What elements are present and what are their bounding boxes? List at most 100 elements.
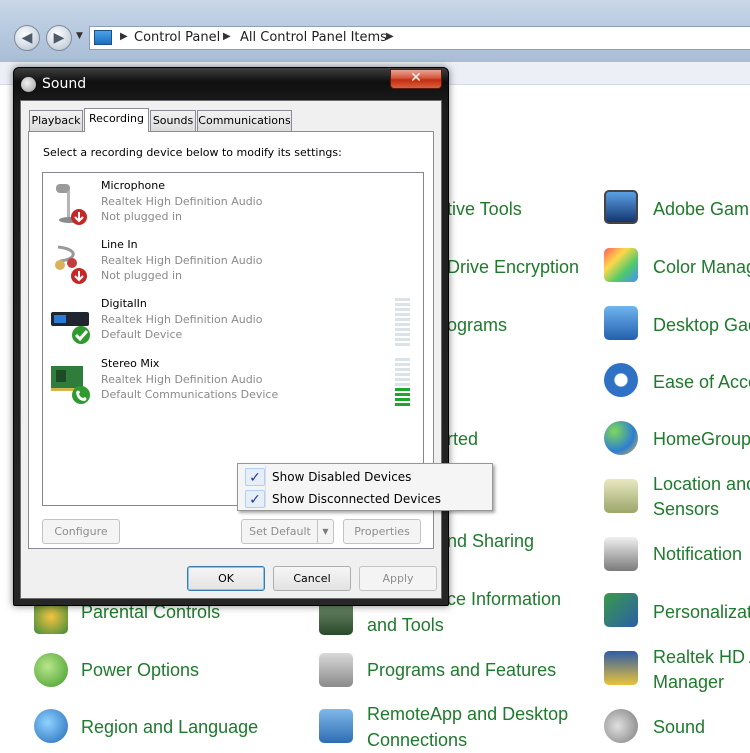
cp-item-performance[interactable]: ce Information (447, 587, 561, 612)
control-panel-icon (94, 30, 112, 45)
recent-pages-dropdown[interactable]: ▼ (76, 31, 83, 41)
list-item[interactable]: Stereo Mix Realtek High Definition Audio… (43, 353, 423, 411)
list-item[interactable]: Line In Realtek High Definition Audio No… (43, 234, 423, 292)
cp-item-desktop-gadgets[interactable]: Desktop Gad (653, 313, 750, 338)
menu-item-show-disabled[interactable]: ✓ Show Disabled Devices (240, 466, 490, 488)
forward-button[interactable]: ▶ (46, 25, 72, 51)
menu-item-label: Show Disabled Devices (272, 470, 412, 484)
homegroup-icon (604, 421, 638, 455)
cp-item-remoteapp[interactable]: RemoteApp and Desktop (367, 702, 568, 727)
device-status: Not plugged in (101, 269, 183, 282)
cp-item-notification[interactable]: Notification (653, 542, 742, 567)
cp-item-network-sharing[interactable]: nd Sharing (447, 529, 534, 554)
menu-item-label: Show Disconnected Devices (272, 492, 441, 506)
list-item[interactable]: Microphone Realtek High Definition Audio… (43, 175, 423, 233)
device-status: Default Communications Device (101, 388, 279, 401)
device-name: Stereo Mix (101, 357, 160, 370)
list-item[interactable]: DigitalIn Realtek High Definition Audio … (43, 293, 423, 351)
globe-icon (34, 709, 68, 743)
notification-icon (604, 537, 638, 571)
level-segment (395, 393, 410, 396)
microphone-icon (56, 184, 87, 225)
chevron-down-icon[interactable]: ▼ (317, 520, 333, 543)
tab-playback[interactable]: Playback (29, 110, 83, 131)
level-segment (395, 338, 410, 341)
color-management-icon (604, 248, 638, 282)
close-button[interactable]: ✕ (390, 69, 442, 89)
cp-item-programs-features[interactable]: Programs and Features (367, 658, 556, 683)
level-meter (395, 358, 410, 406)
sound-dialog: Sound ✕ Playback Recording Sounds Commun… (13, 67, 449, 606)
device-status: Default Device (101, 328, 183, 341)
cp-item-remoteapp-line2[interactable]: Connections (367, 728, 467, 753)
cp-item-ease-of-access[interactable]: Ease of Acce (653, 370, 750, 395)
level-segment (395, 358, 410, 361)
breadcrumb-separator-icon[interactable]: ▶ (223, 31, 231, 42)
cp-item-getting-started[interactable]: rted (447, 427, 478, 452)
checkmark-icon: ✓ (245, 468, 265, 486)
tab-sounds[interactable]: Sounds (150, 110, 196, 131)
cp-item-performance-line2[interactable]: and Tools (367, 613, 444, 638)
checkmark-icon: ✓ (245, 490, 265, 508)
device-driver: Realtek High Definition Audio (101, 313, 263, 326)
sound-dialog-icon (21, 77, 36, 92)
cp-item-color-management[interactable]: Color Manag (653, 255, 750, 280)
performance-icon (319, 601, 353, 635)
digital-in-icon (51, 312, 90, 344)
device-list[interactable]: Microphone Realtek High Definition Audio… (42, 172, 424, 506)
cp-item-location-sensors-line2[interactable]: Sensors (653, 497, 719, 522)
level-segment (395, 398, 410, 401)
cp-item-drive-encryption[interactable]: Drive Encryption (447, 255, 579, 280)
cp-item-realtek[interactable]: Realtek HD A (653, 645, 750, 670)
context-menu: ✓ Show Disabled Devices ✓ Show Disconnec… (237, 463, 493, 511)
cp-item-adobe-gamma[interactable]: Adobe Gam (653, 197, 749, 222)
desktop-gadgets-icon (604, 306, 638, 340)
configure-button[interactable]: Configure (42, 519, 120, 544)
cp-item-sound[interactable]: Sound (653, 715, 705, 740)
remoteapp-icon (319, 709, 353, 743)
cp-item-location-sensors[interactable]: Location and (653, 472, 750, 497)
level-segment (395, 383, 410, 386)
device-status: Not plugged in (101, 210, 183, 223)
menu-item-show-disconnected[interactable]: ✓ Show Disconnected Devices (240, 488, 490, 510)
level-segment (395, 333, 410, 336)
cp-item-realtek-line2[interactable]: Manager (653, 670, 724, 695)
properties-button[interactable]: Properties (343, 519, 421, 544)
breadcrumb-separator-icon[interactable]: ▶ (120, 31, 128, 42)
breadcrumb-all-items[interactable]: All Control Panel Items (240, 30, 387, 45)
location-icon (604, 479, 638, 513)
cp-item-power-options[interactable]: Power Options (81, 658, 199, 683)
cp-item-tools[interactable]: tive Tools (447, 197, 522, 222)
cancel-button[interactable]: Cancel (273, 566, 351, 591)
back-button[interactable]: ◀ (14, 25, 40, 51)
cp-item-homegroup[interactable]: HomeGroup (653, 427, 750, 452)
level-segment (395, 318, 410, 321)
breadcrumb-control-panel[interactable]: Control Panel (134, 30, 220, 45)
default-check-icon (72, 326, 90, 344)
device-driver: Realtek High Definition Audio (101, 373, 263, 386)
monitor-icon (604, 190, 638, 224)
tab-recording[interactable]: Recording (84, 108, 149, 132)
programs-features-icon (319, 653, 353, 687)
explorer-header: ◀ ▶ ▼ ▶ Control Panel ▶ All Control Pane… (0, 0, 750, 62)
set-default-button[interactable]: Set Default ▼ (241, 519, 334, 544)
level-segment (395, 298, 410, 301)
ok-button[interactable]: OK (187, 566, 265, 591)
dialog-body: Playback Recording Sounds Communications… (20, 100, 442, 599)
level-segment (395, 403, 410, 406)
level-meter (395, 298, 410, 346)
cp-item-region-language[interactable]: Region and Language (81, 715, 258, 740)
breadcrumb-separator-icon[interactable]: ▶ (386, 31, 394, 42)
device-name: Microphone (101, 179, 166, 192)
level-segment (395, 308, 410, 311)
tab-communications[interactable]: Communications (197, 110, 292, 131)
address-bar[interactable]: ▶ Control Panel ▶ All Control Panel Item… (89, 26, 750, 50)
personalization-icon (604, 593, 638, 627)
cp-item-programs[interactable]: ograms (447, 313, 507, 338)
device-driver: Realtek High Definition Audio (101, 195, 263, 208)
apply-button[interactable]: Apply (359, 566, 437, 591)
dialog-title: Sound (42, 76, 87, 92)
cp-item-personalization[interactable]: Personalizat (653, 600, 750, 625)
stereo-mix-icon (51, 366, 90, 404)
level-segment (395, 363, 410, 366)
